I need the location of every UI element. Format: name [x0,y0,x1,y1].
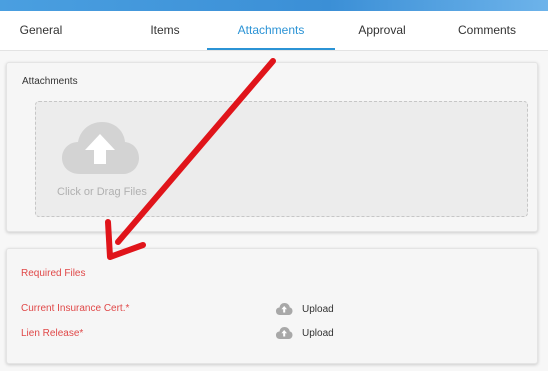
upload-button-insurance[interactable]: Upload [275,301,334,317]
tab-comments[interactable]: Comments [440,11,534,50]
tab-items[interactable]: Items [124,11,206,50]
cloud-upload-icon [276,303,293,315]
tab-attachments[interactable]: Attachments [207,11,335,50]
tab-general[interactable]: General [0,11,82,50]
required-files-card: Required Files Current Insurance Cert.* … [6,248,538,364]
tab-bar: General Items Attachments Approval Comme… [0,11,548,51]
cloud-upload-icon [62,122,139,174]
required-file-label-insurance: Current Insurance Cert.* [21,303,130,314]
tab-approval[interactable]: Approval [340,11,424,50]
cloud-upload-icon [276,327,293,339]
attachments-card: Attachments Click or Drag Files [6,62,538,232]
top-header-bar [0,0,548,11]
file-dropzone[interactable]: Click or Drag Files [35,101,528,217]
attachments-title: Attachments [22,76,78,87]
upload-label: Upload [302,303,334,315]
required-files-title: Required Files [21,268,86,279]
upload-label: Upload [302,327,334,339]
active-tab-indicator [207,48,335,50]
required-file-label-lien-release: Lien Release* [21,328,84,339]
dropzone-hint: Click or Drag Files [57,186,147,198]
upload-button-lien-release[interactable]: Upload [275,325,334,341]
